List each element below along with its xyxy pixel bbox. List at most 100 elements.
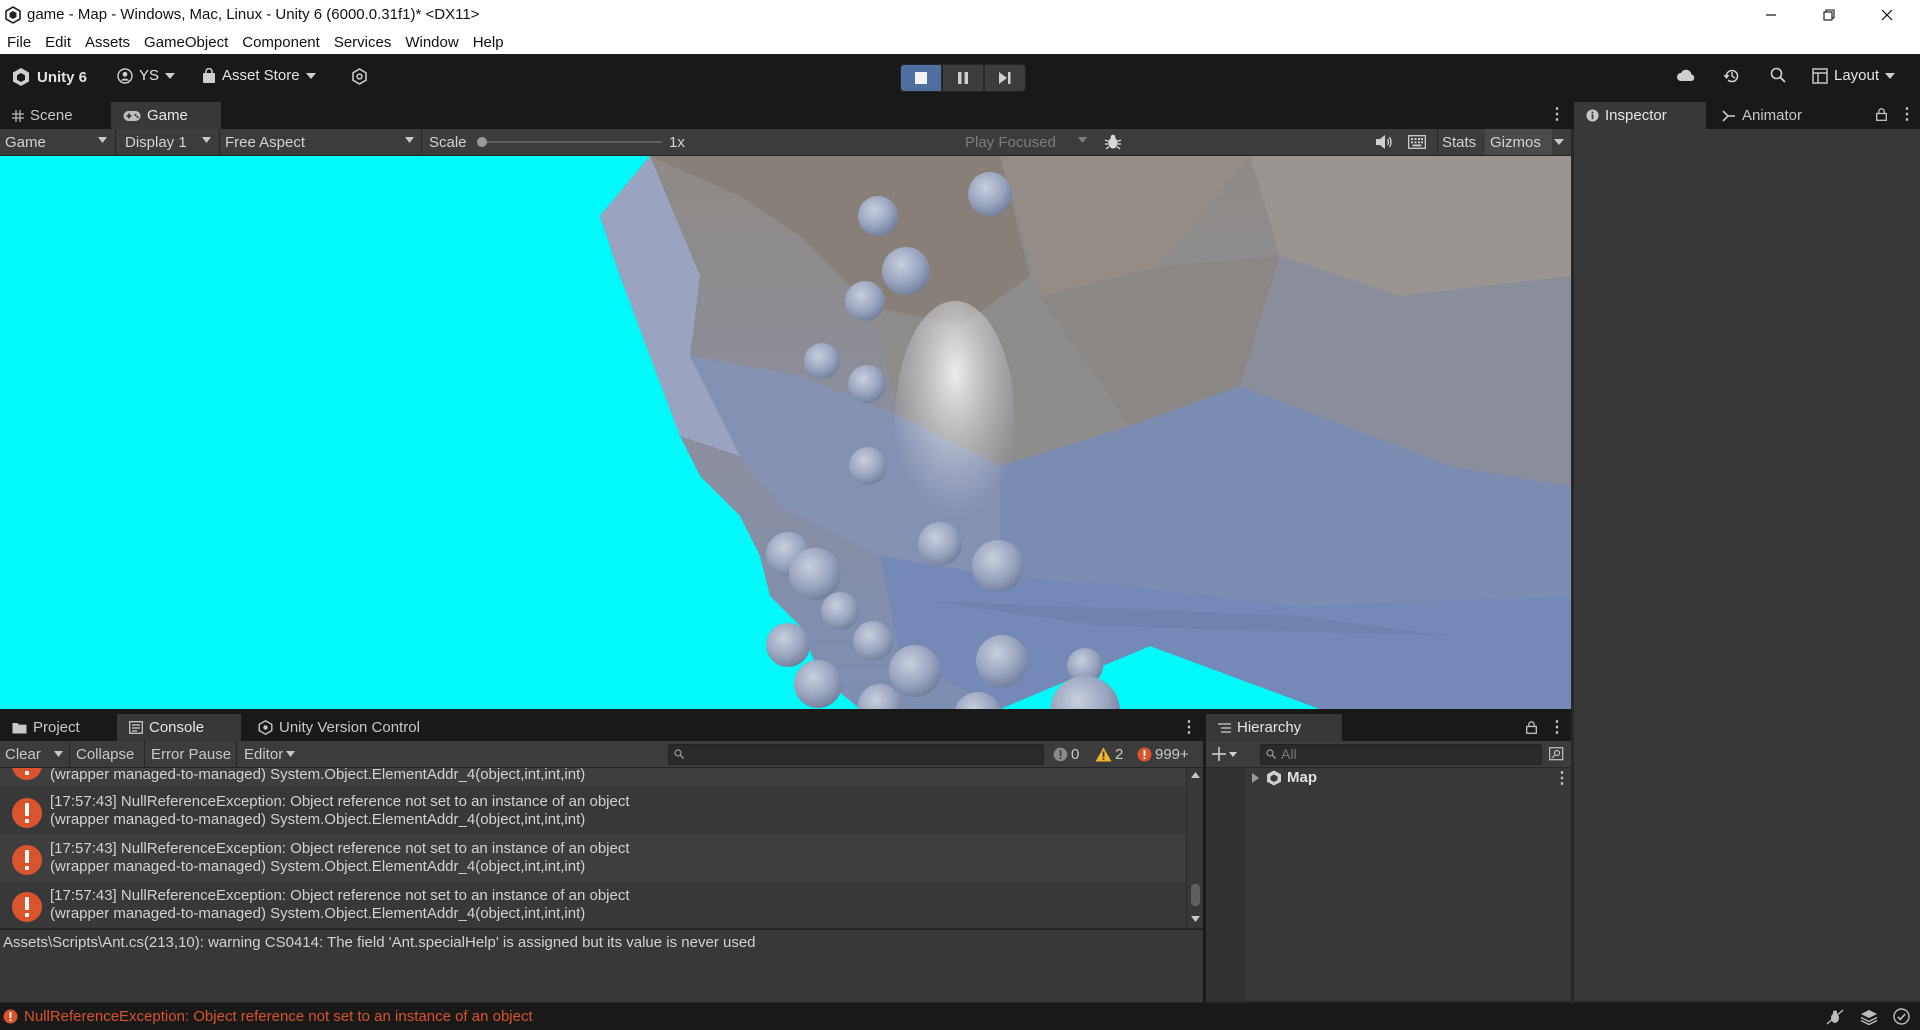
ant-sphere	[972, 540, 1024, 592]
package-manager-button[interactable]	[351, 68, 368, 85]
hierarchy-gutter	[1206, 768, 1246, 1001]
chevron-down-icon	[54, 751, 63, 757]
log-entry-message: [17:57:43] NullReferenceException: Objec…	[50, 887, 630, 904]
stats-button[interactable]: Stats	[1442, 129, 1476, 155]
layout-dropdown[interactable]: Layout	[1812, 67, 1896, 84]
pause-button[interactable]	[942, 64, 984, 92]
log-entry[interactable]: [17:57:43] NullReferenceException: Objec…	[0, 835, 1186, 882]
hierarchy-search-placeholder: All	[1281, 746, 1297, 762]
console-icon	[129, 721, 143, 734]
console-log-list[interactable]: (wrapper managed-to-managed) System.Obje…	[0, 768, 1186, 928]
console-detail-pane: Assets\Scripts\Ant.cs(213,10): warning C…	[0, 929, 1203, 1002]
menu-help[interactable]: Help	[466, 34, 511, 51]
clear-options-dropdown[interactable]	[54, 751, 63, 757]
error-pause-toggle[interactable]: Error Pause	[151, 741, 231, 767]
tab-version-control[interactable]: Unity Version Control	[246, 714, 432, 741]
view-mode-dropdown[interactable]: Game	[5, 129, 113, 155]
scene-menu-icon[interactable]: ⋮	[1554, 768, 1570, 788]
debug-toggle[interactable]	[1104, 133, 1122, 151]
hierarchy-search-input[interactable]: All	[1260, 744, 1542, 765]
search-icon	[674, 749, 684, 759]
tab-scene-label: Scene	[30, 107, 73, 124]
create-dropdown[interactable]	[1212, 747, 1238, 761]
display-label: Display 1	[125, 133, 187, 151]
lock-icon[interactable]	[1876, 108, 1887, 121]
tab-hierarchy[interactable]: Hierarchy	[1206, 714, 1342, 741]
gizmos-button[interactable]: Gizmos	[1485, 129, 1552, 155]
menu-assets[interactable]: Assets	[78, 34, 137, 51]
asset-store-dropdown[interactable]: Asset Store	[202, 67, 316, 84]
undo-history-button[interactable]	[1723, 67, 1741, 85]
lock-icon[interactable]	[1526, 721, 1537, 734]
ant-sphere	[845, 281, 885, 321]
window-title: game - Map - Windows, Mac, Linux - Unity…	[27, 6, 480, 23]
chevron-down-icon	[165, 72, 176, 79]
aspect-dropdown[interactable]: Free Aspect	[225, 129, 420, 155]
menu-component[interactable]: Component	[235, 34, 327, 51]
status-message[interactable]: NullReferenceException: Object reference…	[24, 1008, 533, 1025]
cloud-button[interactable]	[1676, 68, 1696, 82]
menu-gameobject[interactable]: GameObject	[137, 34, 235, 51]
tab-animator[interactable]: Animator	[1710, 102, 1814, 129]
tab-console[interactable]: Console	[117, 714, 241, 741]
debug-mode-icon[interactable]	[1826, 1009, 1844, 1025]
restore-button[interactable]	[1800, 0, 1858, 30]
menu-file[interactable]: File	[0, 34, 38, 51]
menu-edit[interactable]: Edit	[38, 34, 78, 51]
minimize-button[interactable]	[1742, 0, 1800, 30]
warning-filter-toggle[interactable]: 2	[1095, 741, 1123, 767]
console-scrollbar[interactable]	[1186, 768, 1204, 928]
step-button[interactable]	[984, 64, 1026, 92]
ant-sphere	[889, 645, 941, 697]
editor-target-label: Editor	[244, 745, 284, 763]
view-mode-label: Game	[5, 133, 46, 151]
account-dropdown[interactable]: YS	[117, 67, 176, 84]
log-entry[interactable]: [17:57:43] NullReferenceException: Objec…	[0, 788, 1186, 835]
tab-inspector[interactable]: Inspector	[1574, 102, 1706, 129]
unity-account-button[interactable]: Unity 6	[11, 67, 87, 87]
layers-icon[interactable]	[1860, 1009, 1878, 1025]
hierarchy-menu-icon[interactable]: ⋮	[1549, 717, 1565, 737]
scroll-down-icon[interactable]	[1191, 916, 1200, 922]
console-panel-menu-icon[interactable]: ⋮	[1181, 717, 1197, 737]
tab-project[interactable]: Project	[0, 714, 92, 741]
log-entry[interactable]: (wrapper managed-to-managed) System.Obje…	[0, 768, 1186, 787]
editor-target-dropdown[interactable]: Editor	[244, 741, 296, 767]
menu-services[interactable]: Services	[327, 34, 399, 51]
gizmos-dropdown[interactable]	[1554, 139, 1564, 145]
scroll-up-icon[interactable]	[1191, 772, 1200, 778]
menu-window[interactable]: Window	[398, 34, 465, 51]
console-search-input[interactable]	[668, 744, 1044, 765]
grid-hash-icon	[12, 109, 24, 122]
game-view-render[interactable]	[0, 156, 1571, 709]
scale-slider[interactable]	[476, 135, 666, 149]
log-entry[interactable]: [17:57:43] NullReferenceException: Objec…	[0, 882, 1186, 928]
play-mode-dropdown[interactable]: Play Focused	[965, 129, 1093, 155]
search-button[interactable]	[1770, 67, 1786, 83]
hierarchy-item-map[interactable]: Map ⋮	[1246, 768, 1571, 788]
check-circle-icon[interactable]	[1893, 1008, 1910, 1025]
tab-game[interactable]: Game	[111, 102, 221, 129]
scroll-thumb[interactable]	[1191, 884, 1200, 906]
main-toolbar: Unity 6 YS Asset Store Layout	[0, 54, 1920, 100]
inspector-menu-icon[interactable]: ⋮	[1899, 104, 1915, 124]
play-button[interactable]	[900, 64, 942, 92]
warning-icon	[1095, 747, 1112, 762]
scale-label: Scale	[429, 133, 467, 151]
display-dropdown[interactable]: Display 1	[125, 129, 217, 155]
hierarchy-list[interactable]: Map ⋮	[1206, 768, 1571, 1001]
search-scene-icon[interactable]	[1549, 747, 1564, 761]
clear-button[interactable]: Clear	[5, 741, 41, 767]
pause-icon	[957, 72, 969, 84]
error-filter-toggle[interactable]: 999+	[1137, 741, 1189, 767]
info-filter-toggle[interactable]: 0	[1053, 741, 1079, 767]
keyboard-shortcuts-toggle[interactable]	[1408, 135, 1426, 149]
expand-arrow-icon[interactable]	[1252, 773, 1259, 783]
mute-audio-toggle[interactable]	[1375, 134, 1393, 150]
chevron-down-icon	[286, 751, 296, 757]
scene-panel-menu-icon[interactable]: ⋮	[1549, 104, 1565, 124]
collapse-toggle[interactable]: Collapse	[76, 741, 134, 767]
step-forward-icon	[999, 72, 1011, 84]
close-button[interactable]	[1858, 0, 1916, 30]
tab-scene[interactable]: Scene	[0, 102, 85, 129]
